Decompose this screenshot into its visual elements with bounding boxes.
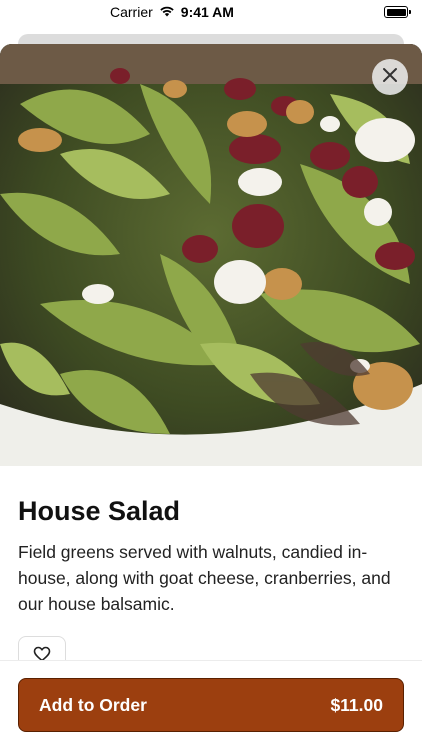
- close-icon: [382, 67, 398, 88]
- item-photo: [0, 44, 422, 466]
- carrier-label: Carrier: [110, 4, 153, 20]
- wifi-icon: [159, 4, 175, 20]
- item-title: House Salad: [18, 496, 181, 526]
- add-to-order-label: Add to Order: [39, 694, 147, 715]
- add-to-order-button[interactable]: Add to Order $11.00: [18, 678, 404, 732]
- item-price: $11.00: [330, 694, 383, 715]
- status-time: 9:41 AM: [180, 4, 234, 20]
- item-details: House Salad Field greens served with wal…: [0, 466, 422, 617]
- status-bar: Carrier 9:41 AM: [0, 0, 422, 24]
- battery-icon: [384, 6, 411, 18]
- item-description: Field greens served with walnuts, candie…: [18, 542, 391, 614]
- close-button[interactable]: [372, 59, 408, 95]
- status-left: Carrier 9:41 AM: [110, 4, 234, 20]
- item-detail-screen: Carrier 9:41 AM House Salad Field greens…: [0, 0, 422, 750]
